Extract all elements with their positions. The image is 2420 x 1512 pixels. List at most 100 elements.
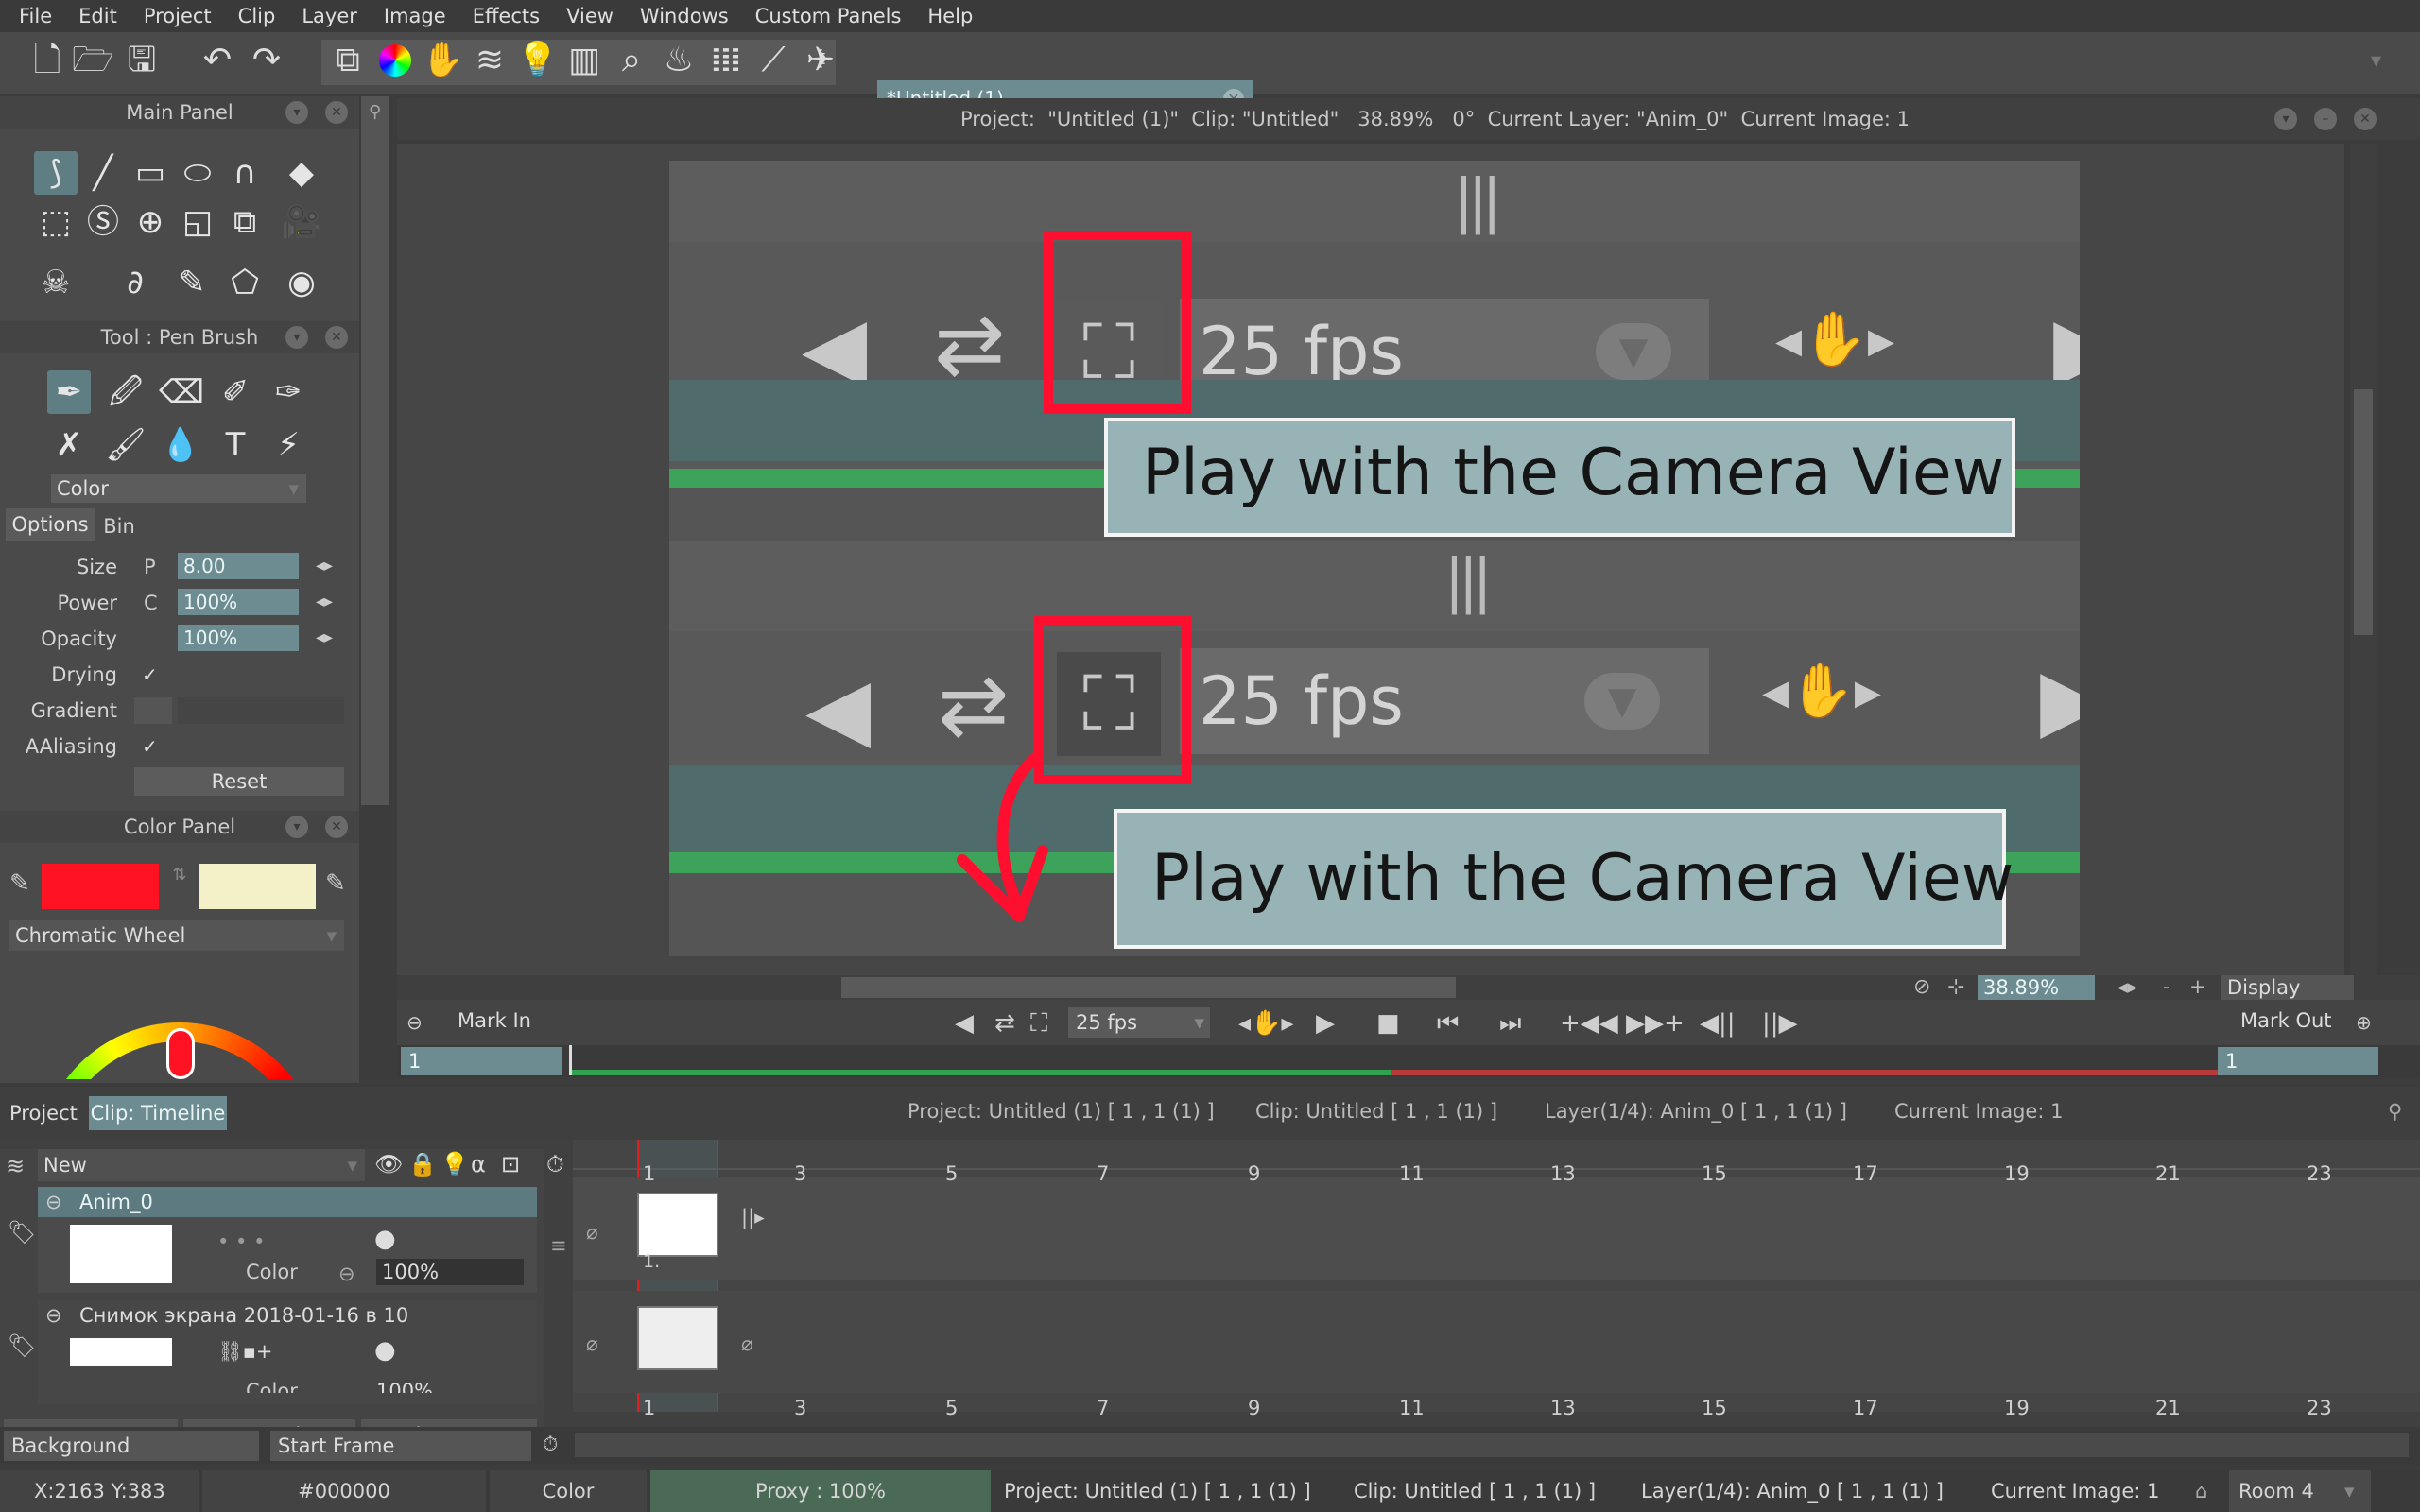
alpha-icon[interactable]: α xyxy=(471,1151,486,1177)
layer-tag-2-icon[interactable]: 🏷 xyxy=(8,1332,36,1359)
color-mode-select[interactable]: Color ▾ xyxy=(51,474,306,503)
drying-checkbox[interactable]: ✓ xyxy=(142,663,158,686)
color-wheel-icon[interactable] xyxy=(374,40,416,81)
left-panel-splitter[interactable] xyxy=(361,96,389,805)
viewer-minimize-icon[interactable]: – xyxy=(2314,108,2337,130)
reset-button[interactable]: Reset xyxy=(134,767,344,796)
special-brush-icon[interactable]: ⚡ xyxy=(267,423,310,467)
new-document-icon[interactable]: 🗋 xyxy=(26,40,68,81)
track-resize-icon[interactable]: ≡ xyxy=(550,1234,567,1257)
ellipse-tool-icon[interactable]: ⬭ xyxy=(176,151,219,195)
line-tool-icon[interactable]: ╱ xyxy=(81,151,125,195)
mark-in-label[interactable]: Mark In xyxy=(458,1009,531,1032)
background-dropdown[interactable]: Background xyxy=(4,1431,259,1461)
tool-panel-collapse-icon[interactable]: ▾ xyxy=(285,326,308,349)
primary-color-swatch[interactable] xyxy=(42,864,159,909)
main-panel-collapse-icon[interactable]: ▾ xyxy=(285,101,308,124)
library-icon[interactable]: 𝍖 xyxy=(705,40,747,81)
lasso-select-icon[interactable]: ⬚ xyxy=(34,200,78,244)
previous-frame-icon[interactable]: ◀|| xyxy=(1700,1009,1736,1038)
pin-icon[interactable]: ⚲ xyxy=(369,102,381,122)
smudge-brush-icon[interactable]: ✗ xyxy=(47,423,91,467)
effects-icon[interactable]: ♨ xyxy=(658,40,700,81)
horizontal-scroll-thumb[interactable] xyxy=(841,977,1456,998)
home-icon[interactable]: ⌂ xyxy=(2195,1470,2207,1512)
size-stepper-icon[interactable]: ◂▸ xyxy=(316,556,333,576)
layer-screenshot-blend[interactable]: Color xyxy=(246,1380,298,1393)
menu-effects[interactable]: Effects xyxy=(473,5,540,27)
graph-icon[interactable]: ⟋ xyxy=(752,40,794,81)
mark-out-icon[interactable]: ⊕ xyxy=(2356,1011,2372,1034)
water-brush-icon[interactable]: 💧 xyxy=(159,423,202,467)
tab-project[interactable]: Project xyxy=(9,1102,78,1125)
layer-screenshot-thumbnail[interactable] xyxy=(70,1338,172,1366)
mark-out-input[interactable]: 1 xyxy=(2218,1047,2378,1075)
pin-timeline-icon[interactable]: ⚲ xyxy=(2388,1100,2402,1123)
menu-file[interactable]: File xyxy=(19,5,52,27)
marker-brush-icon[interactable]: 🖉 xyxy=(104,370,147,414)
tab-clip-timeline[interactable]: Clip: Timeline xyxy=(89,1096,227,1130)
menu-custom-panels[interactable]: Custom Panels xyxy=(755,5,902,27)
track-anim0[interactable] xyxy=(573,1177,2420,1280)
timer-footer-icon[interactable]: ⏱ xyxy=(543,1433,558,1456)
camera-tool-icon[interactable]: 🎥 xyxy=(280,200,323,244)
fill-tool-icon[interactable]: ◆ xyxy=(280,151,323,195)
display-dropdown[interactable]: Display xyxy=(2221,975,2354,1000)
zoom-out-icon[interactable]: - xyxy=(2163,975,2170,998)
opacity-stepper-icon[interactable]: ◂▸ xyxy=(316,627,333,647)
main-panel-close-icon[interactable]: ✕ xyxy=(325,101,348,124)
vertical-scrollbar[interactable] xyxy=(2350,144,2377,975)
playhead[interactable] xyxy=(569,1045,572,1075)
airbrush-icon[interactable]: ✑ xyxy=(267,370,310,414)
layer-screenshot-link-icon[interactable]: ⛓▪+ xyxy=(217,1340,273,1364)
text-tool-icon[interactable]: T xyxy=(214,423,257,467)
rewind-icon[interactable]: +◀◀ xyxy=(1560,1009,1618,1038)
rectangle-tool-icon[interactable]: ▭ xyxy=(129,151,172,195)
paint-brush-icon[interactable]: 🖌 xyxy=(104,423,147,467)
open-folder-icon[interactable]: 🗁 xyxy=(72,40,114,81)
color-mode-dropdown[interactable]: Chromatic Wheel ▾ xyxy=(9,920,344,951)
power-stepper-icon[interactable]: ◂▸ xyxy=(316,592,333,611)
tool-panel-close-icon[interactable]: ✕ xyxy=(325,326,348,349)
camera-view-toggle-icon[interactable]: ⛶ xyxy=(1030,1009,1047,1039)
search-icon[interactable]: ⌕ xyxy=(611,40,652,81)
loop-icon[interactable]: ⇄ xyxy=(994,1009,1015,1038)
layer-anim0-opacity[interactable]: 100% xyxy=(376,1259,524,1285)
menu-image[interactable]: Image xyxy=(384,5,446,27)
mark-in-input[interactable]: 1 xyxy=(401,1047,562,1075)
light-table-icon[interactable]: 💡 xyxy=(516,40,559,81)
size-pressure-toggle[interactable]: P xyxy=(144,556,156,578)
xsheet-icon[interactable]: ▥ xyxy=(563,40,605,81)
eyedropper-icon[interactable]: ✎ xyxy=(9,869,30,898)
shape-tool-icon[interactable]: ⬠ xyxy=(223,261,267,304)
viewer-close-icon[interactable]: ✕ xyxy=(2354,108,2377,130)
color-panel-collapse-icon[interactable]: ▾ xyxy=(285,816,308,838)
gradient-bar[interactable] xyxy=(178,697,344,724)
copy-tool-icon[interactable]: ⧉ xyxy=(223,200,267,244)
lock-icon[interactable]: 🔒 xyxy=(408,1151,437,1177)
mask-icon[interactable]: ⊡ xyxy=(501,1151,520,1177)
record-tool-icon[interactable]: ◉ xyxy=(280,261,323,304)
timeline-scrollbar[interactable] xyxy=(575,1433,2409,1457)
fast-forward-icon[interactable]: ▶▶+ xyxy=(1626,1009,1685,1038)
menu-edit[interactable]: Edit xyxy=(78,5,117,27)
brush-library-icon[interactable]: ✋ xyxy=(422,40,464,81)
deform-tool-icon[interactable]: ∂ xyxy=(113,261,157,304)
power-pressure-toggle[interactable]: C xyxy=(144,592,158,614)
room-chevron-icon[interactable]: ▾ xyxy=(2344,1470,2355,1512)
zoom-input[interactable]: 38.89% xyxy=(1978,975,2095,1000)
last-frame-icon[interactable]: ⏭ xyxy=(1499,1009,1521,1039)
eraser-brush-icon[interactable]: ⌫ xyxy=(159,370,204,414)
first-frame-icon[interactable]: ⏮ xyxy=(1437,1009,1459,1039)
redo-icon[interactable]: ↷ xyxy=(246,40,287,81)
menu-help[interactable]: Help xyxy=(927,5,973,27)
timer-icon[interactable]: ⏱ xyxy=(546,1151,564,1177)
collapse-layer-icon[interactable]: ⊖ xyxy=(45,1191,62,1213)
toolbar-menu-chevron-icon[interactable]: ▾ xyxy=(2371,49,2381,73)
fps-select[interactable]: 25 fps ▾ xyxy=(1068,1007,1210,1038)
picker-tool-icon[interactable]: ✎ xyxy=(170,261,214,304)
chalk-brush-icon[interactable]: ✐ xyxy=(214,370,257,414)
layer-row-screenshot[interactable]: ⊖ Снимок экрана 2018-01-16 в 10 ⛓▪+ ● Co… xyxy=(38,1300,537,1404)
secondary-color-swatch[interactable] xyxy=(199,864,316,909)
menu-layer[interactable]: Layer xyxy=(302,5,357,27)
